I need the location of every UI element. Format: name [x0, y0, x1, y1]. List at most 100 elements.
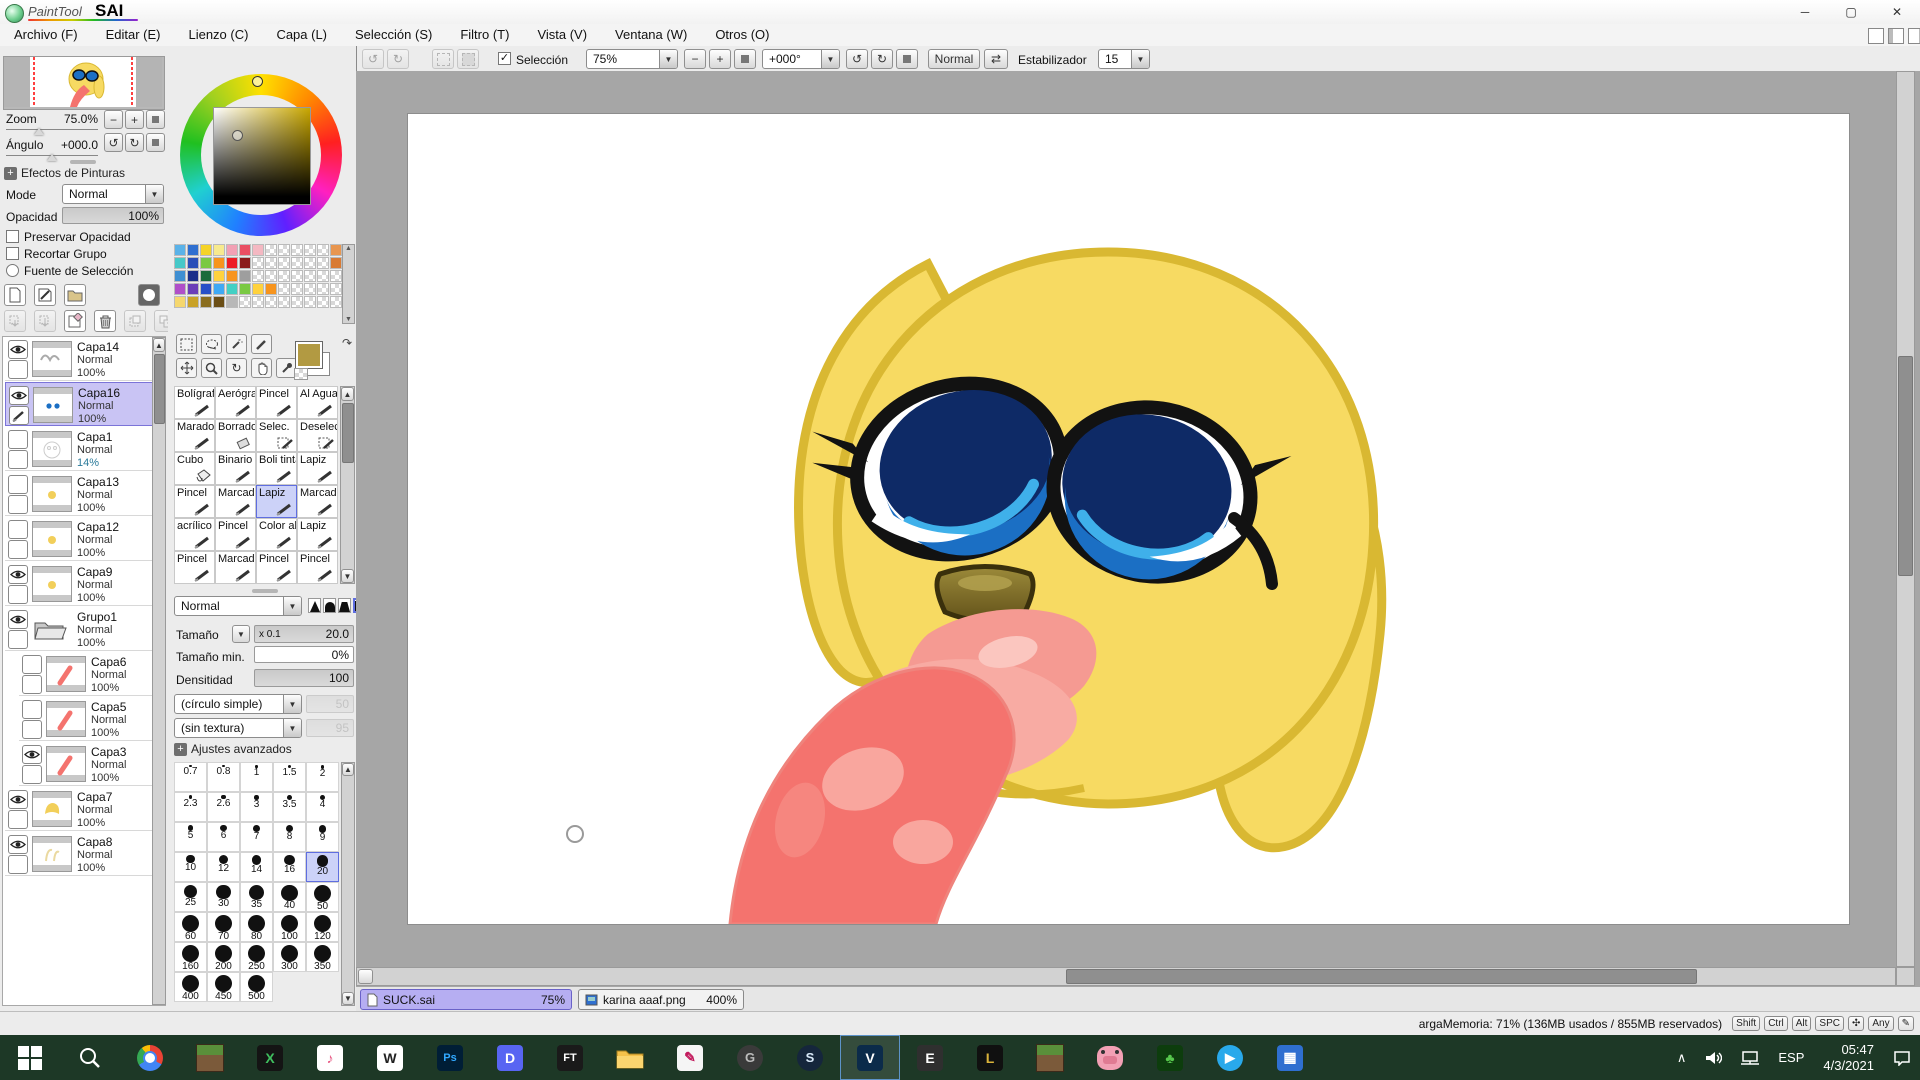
swatch-empty[interactable]: [330, 296, 342, 308]
swatch-color[interactable]: [213, 244, 225, 256]
rotate-ccw-button[interactable]: ↺: [846, 49, 868, 69]
layer-row-capa9[interactable]: Capa9Normal100%: [5, 562, 153, 606]
layer-row-capa1[interactable]: Capa1Normal14%: [5, 427, 153, 471]
layer-extra-box[interactable]: [8, 855, 28, 874]
layer-extra-box[interactable]: [22, 765, 42, 784]
taskbar-app-photoshop[interactable]: Ps: [420, 1035, 480, 1080]
nav-zoom-reset-button[interactable]: [146, 110, 165, 129]
swatch-color[interactable]: [200, 270, 212, 282]
brush-size-3[interactable]: 3: [240, 792, 273, 822]
layer-row-capa7[interactable]: Capa7Normal100%: [5, 787, 153, 831]
swatch-empty[interactable]: [278, 244, 290, 256]
swatch-color[interactable]: [187, 283, 199, 295]
layer-visibility-eye-icon[interactable]: [22, 745, 42, 764]
brush-size-5[interactable]: 5: [174, 822, 207, 852]
zoom-in-button[interactable]: +: [709, 49, 731, 69]
canvas-drawing[interactable]: [408, 114, 1849, 924]
swatch-empty[interactable]: [291, 283, 303, 295]
taskbar-clock[interactable]: 05:47 4/3/2021: [1813, 1042, 1884, 1074]
panel-toggle-mid-icon[interactable]: [1888, 28, 1904, 44]
swatch-color[interactable]: [200, 283, 212, 295]
paint-effects-header[interactable]: + Efectos de Pinturas: [4, 166, 125, 180]
layer-mask-icon[interactable]: [138, 284, 160, 306]
brush-minsize-field[interactable]: 0%: [254, 646, 354, 663]
swatch-color[interactable]: [239, 283, 251, 295]
swatch-empty[interactable]: [252, 296, 264, 308]
transfer-down-icon[interactable]: [4, 310, 26, 332]
tool-bol-grafo-0[interactable]: Bolígrafo: [174, 386, 215, 419]
nav-rotate-cw-button[interactable]: ↻: [125, 133, 144, 152]
swatch-empty[interactable]: [239, 296, 251, 308]
clear-layer-icon[interactable]: [64, 310, 86, 332]
taskbar-app-paint[interactable]: ✎: [660, 1035, 720, 1080]
zoom-reset-button[interactable]: [734, 49, 756, 69]
swatch-empty[interactable]: [304, 283, 316, 295]
brush-size-60[interactable]: 60: [174, 912, 207, 942]
layer-extra-box[interactable]: [8, 540, 28, 559]
brush-size-160[interactable]: 160: [174, 942, 207, 972]
layer-extra-box[interactable]: [22, 720, 42, 739]
swatch-empty[interactable]: [304, 270, 316, 282]
swatch-color[interactable]: [239, 257, 251, 269]
zoom-out-button[interactable]: −: [684, 49, 706, 69]
swatch-color[interactable]: [265, 283, 277, 295]
tool-borrador-5[interactable]: Borrador: [215, 419, 256, 452]
brush-size-12[interactable]: 12: [207, 852, 240, 882]
tool-panel-resize-handle[interactable]: [252, 589, 278, 593]
layer-extra-box[interactable]: [8, 585, 28, 604]
menu-ventana[interactable]: Ventana (W): [601, 24, 701, 46]
edge-dome-icon[interactable]: [323, 598, 336, 613]
taskbar-search[interactable]: [60, 1035, 120, 1080]
brush-size-30[interactable]: 30: [207, 882, 240, 912]
tool-pincel-23[interactable]: Pincel: [297, 551, 338, 584]
canvas-vscrollbar[interactable]: [1896, 71, 1915, 967]
layer-thumbnail[interactable]: [32, 566, 72, 602]
brush-size-100[interactable]: 100: [273, 912, 306, 942]
layer-thumbnail[interactable]: [46, 746, 86, 782]
swatch-empty[interactable]: [304, 257, 316, 269]
tool-aer-graf-1[interactable]: Aerógraf: [215, 386, 256, 419]
brush-size-50[interactable]: 50: [306, 882, 339, 912]
expand-plus-icon[interactable]: +: [174, 743, 187, 756]
swatch-empty[interactable]: [291, 270, 303, 282]
swatch-empty[interactable]: [265, 270, 277, 282]
layer-visibility-eye-icon[interactable]: [8, 835, 28, 854]
taskbar-app-music[interactable]: ♪: [300, 1035, 360, 1080]
rotate-view-tool-icon[interactable]: ↻: [226, 358, 247, 378]
layer-thumbnail[interactable]: [46, 656, 86, 692]
layer-extra-box[interactable]: [22, 675, 42, 694]
swatch-empty[interactable]: [304, 244, 316, 256]
menu-editar[interactable]: Editar (E): [92, 24, 175, 46]
brush-size-0.7[interactable]: 0.7: [174, 762, 207, 792]
swatch-color[interactable]: [330, 244, 342, 256]
color-wheel[interactable]: [180, 74, 342, 236]
layer-row-capa8[interactable]: Capa8Normal100%: [5, 832, 153, 876]
tab-suck-sai[interactable]: SUCK.sai 75%: [360, 989, 572, 1010]
layer-extra-box[interactable]: [8, 360, 28, 379]
taskbar-app-epic[interactable]: E: [900, 1035, 960, 1080]
flip-horizontal-button[interactable]: ⇄: [984, 49, 1008, 69]
magic-wand-icon[interactable]: [226, 334, 247, 354]
brush-texture-combo[interactable]: (sin textura)▼: [174, 718, 302, 738]
layer-visibility-eye-icon[interactable]: [22, 700, 42, 719]
nav-rotate-reset-button[interactable]: [146, 133, 165, 152]
pen-select-icon[interactable]: [251, 334, 272, 354]
brush-size-120[interactable]: 120: [306, 912, 339, 942]
brush-size-400[interactable]: 400: [174, 972, 207, 1002]
swatch-empty[interactable]: [265, 257, 277, 269]
swatch-color[interactable]: [187, 296, 199, 308]
swatch-color[interactable]: [187, 257, 199, 269]
swatch-color[interactable]: [174, 296, 186, 308]
lasso-icon[interactable]: [201, 334, 222, 354]
brush-shape-combo[interactable]: (círculo simple)▼: [174, 694, 302, 714]
brush-size-10[interactable]: 10: [174, 852, 207, 882]
swatch-empty[interactable]: [317, 283, 329, 295]
brush-size-300[interactable]: 300: [273, 942, 306, 972]
swatch-color[interactable]: [213, 257, 225, 269]
tool-grid-scrollbar[interactable]: ▲ ▼: [340, 386, 355, 584]
layer-visibility-eye-icon[interactable]: [22, 655, 42, 674]
layer-row-capa12[interactable]: Capa12Normal100%: [5, 517, 153, 561]
swatch-color[interactable]: [174, 257, 186, 269]
rotate-cw-button[interactable]: ↻: [871, 49, 893, 69]
brush-size-500[interactable]: 500: [240, 972, 273, 1002]
